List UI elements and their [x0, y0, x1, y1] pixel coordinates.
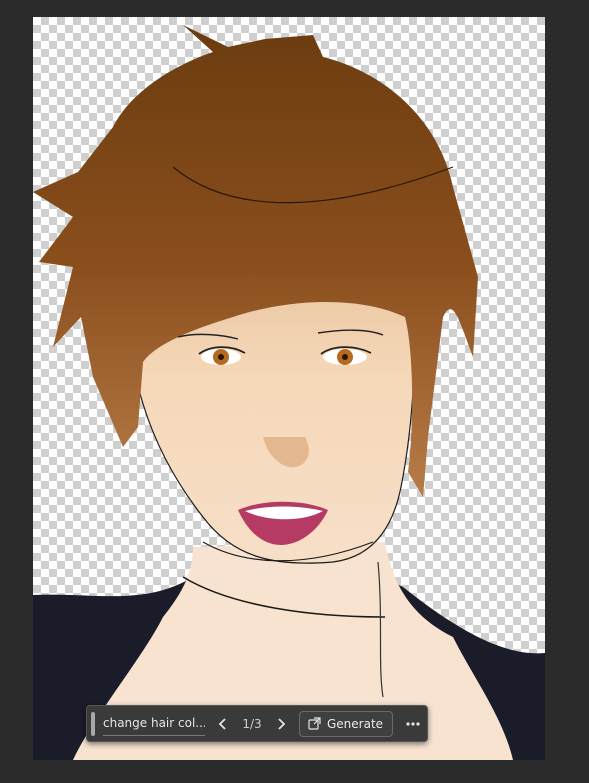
artwork-image: [33, 25, 545, 760]
generate-icon: [308, 717, 321, 730]
generate-button[interactable]: Generate: [299, 710, 394, 737]
more-icon: [406, 721, 420, 726]
previous-variation-button[interactable]: [211, 712, 235, 736]
drag-handle[interactable]: [91, 711, 95, 736]
chevron-left-icon: [218, 717, 226, 730]
contextual-taskbar: change hair col... 1/3 Generate: [86, 705, 428, 742]
variation-counter: 1/3: [242, 716, 262, 731]
more-options-button[interactable]: [401, 712, 425, 736]
document-canvas[interactable]: [33, 17, 545, 760]
chevron-right-icon: [278, 717, 286, 730]
prompt-input[interactable]: change hair col...: [103, 711, 205, 736]
generate-label: Generate: [327, 716, 384, 731]
next-variation-button[interactable]: [269, 712, 293, 736]
